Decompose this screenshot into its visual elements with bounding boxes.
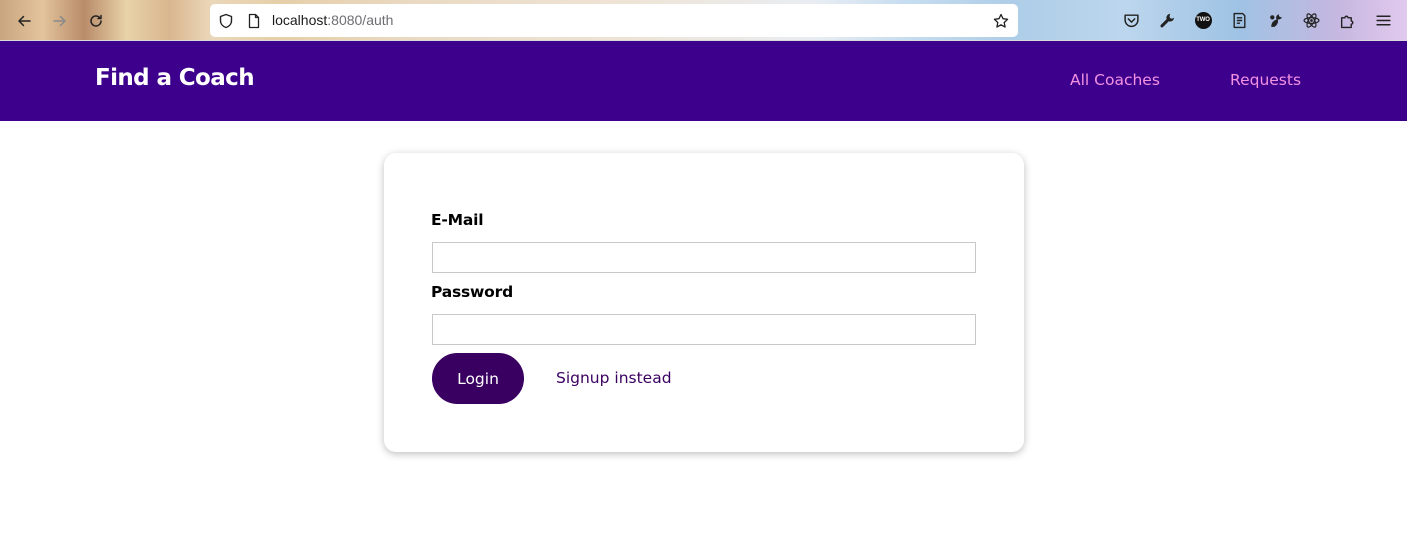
wrench-icon[interactable] (1157, 10, 1177, 30)
pocket-icon[interactable] (1121, 10, 1141, 30)
reload-icon[interactable] (83, 8, 109, 34)
puzzle-icon[interactable] (1337, 10, 1357, 30)
login-button[interactable]: Login (432, 353, 524, 404)
browser-toolbar: localhost:8080/auth TWO (0, 0, 1407, 41)
shield-icon[interactable] (217, 12, 234, 29)
password-field[interactable] (432, 314, 976, 345)
badge-text: TWO (1194, 11, 1212, 29)
page-icon[interactable] (245, 12, 262, 29)
email-label: E-Mail (431, 211, 484, 229)
extension-icon[interactable] (1265, 10, 1285, 30)
auth-card: E-Mail Password Login Signup instead (384, 153, 1024, 452)
url-path: :8080/auth (327, 12, 394, 28)
back-arrow-icon[interactable] (11, 8, 37, 34)
brand-link[interactable]: Find a Coach (95, 65, 255, 91)
app-header: Find a Coach All Coaches Requests (0, 41, 1407, 121)
signup-instead-button[interactable]: Signup instead (556, 369, 672, 387)
badge-icon[interactable]: TWO (1193, 10, 1213, 30)
url-bar[interactable]: localhost:8080/auth (210, 4, 1018, 37)
url-host: localhost (272, 12, 328, 28)
menu-icon[interactable] (1373, 10, 1393, 30)
forward-arrow-icon[interactable] (47, 8, 73, 34)
password-label: Password (431, 283, 513, 301)
bookmark-star-icon[interactable] (992, 12, 1009, 29)
notes-icon[interactable] (1229, 10, 1249, 30)
email-field[interactable] (432, 242, 976, 273)
nav-all-coaches[interactable]: All Coaches (1070, 71, 1160, 89)
nav-requests[interactable]: Requests (1230, 71, 1301, 89)
url-text[interactable]: localhost:8080/auth (272, 12, 393, 28)
react-icon[interactable] (1301, 10, 1321, 30)
